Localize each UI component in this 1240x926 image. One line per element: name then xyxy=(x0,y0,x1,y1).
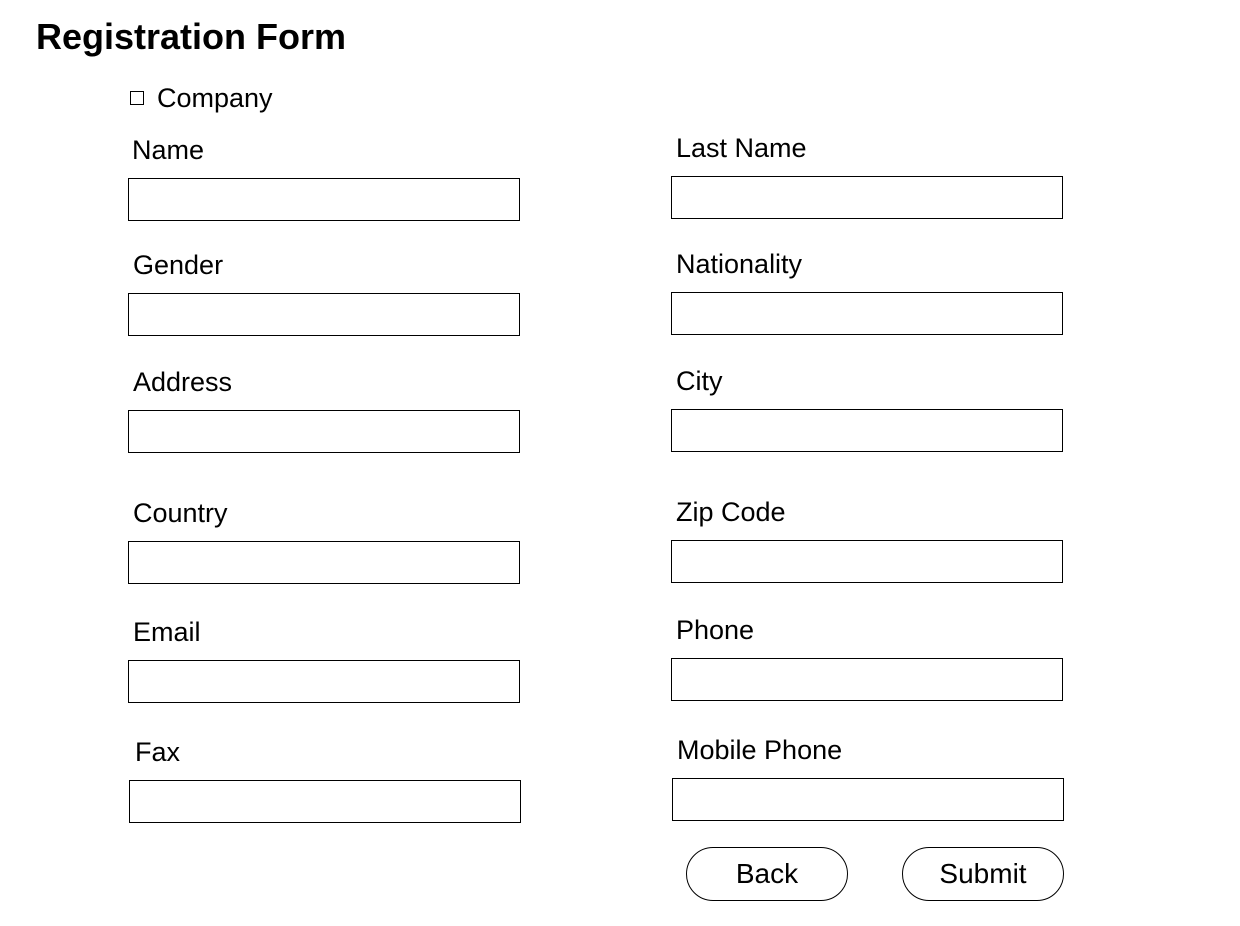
company-checkbox-row[interactable]: Company xyxy=(130,82,273,114)
country-label: Country xyxy=(133,498,228,528)
page-title: Registration Form xyxy=(36,16,347,57)
submit-button[interactable]: Submit xyxy=(902,847,1064,901)
nationality-input[interactable] xyxy=(671,292,1063,335)
city-input[interactable] xyxy=(671,409,1063,452)
email-input[interactable] xyxy=(128,660,520,703)
zip-code-input[interactable] xyxy=(671,540,1063,583)
city-label: City xyxy=(676,366,723,396)
company-checkbox-label: Company xyxy=(157,83,273,113)
fax-input[interactable] xyxy=(129,780,521,823)
gender-input[interactable] xyxy=(128,293,520,336)
zip-code-label: Zip Code xyxy=(676,497,786,527)
phone-label: Phone xyxy=(676,615,755,645)
country-input[interactable] xyxy=(128,541,520,584)
name-label: Name xyxy=(132,135,205,165)
address-input[interactable] xyxy=(128,410,520,453)
name-input[interactable] xyxy=(128,178,520,221)
email-label: Email xyxy=(133,617,201,647)
last-name-label: Last Name xyxy=(676,133,807,163)
company-checkbox[interactable] xyxy=(130,91,144,105)
phone-input[interactable] xyxy=(671,658,1063,701)
back-button[interactable]: Back xyxy=(686,847,848,901)
nationality-label: Nationality xyxy=(676,249,803,279)
address-label: Address xyxy=(133,367,233,397)
mobile-phone-input[interactable] xyxy=(672,778,1064,821)
last-name-input[interactable] xyxy=(671,176,1063,219)
fax-label: Fax xyxy=(135,737,181,767)
gender-label: Gender xyxy=(133,250,224,280)
mobile-phone-label: Mobile Phone xyxy=(677,735,843,765)
